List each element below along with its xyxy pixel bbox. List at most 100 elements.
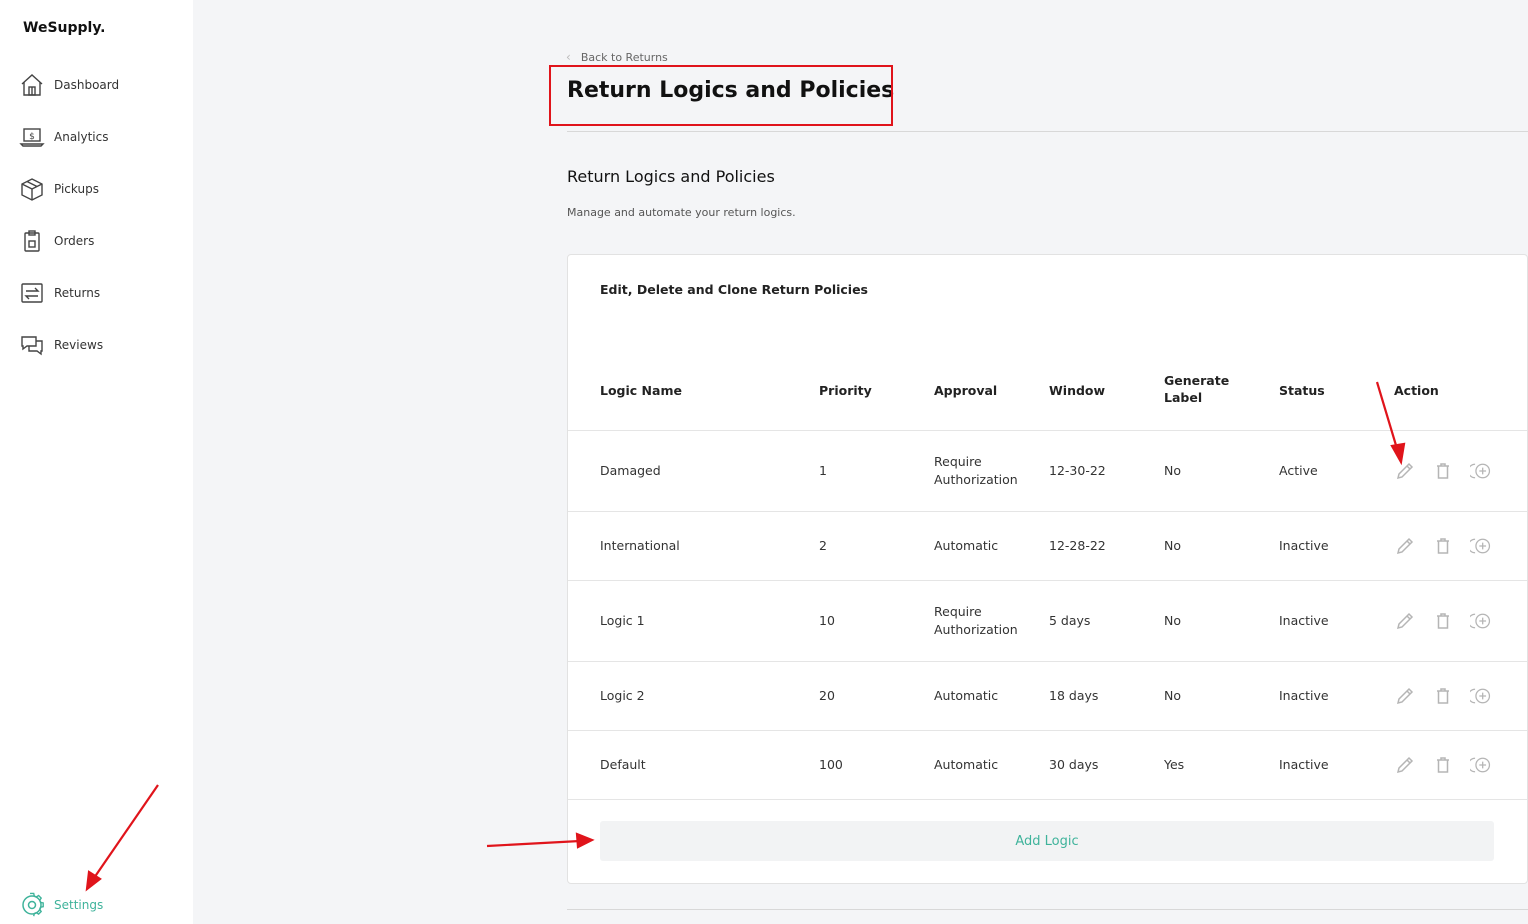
cell-approval: Require Authorization <box>934 603 1018 639</box>
sidebar-item-label: Pickups <box>54 182 99 196</box>
cell-approval: Require Authorization <box>934 453 1018 489</box>
col-generate-label: Generate Label <box>1164 372 1229 406</box>
add-logic-button[interactable]: Add Logic <box>600 821 1494 861</box>
col-generate-label-line1: Generate <box>1164 373 1230 388</box>
cell-status: Inactive <box>1279 538 1329 553</box>
col-status: Status <box>1279 383 1325 398</box>
cell-logic-name: Damaged <box>600 463 661 478</box>
clipboard-icon <box>18 227 46 255</box>
brand-logo: WeSupply. <box>23 20 106 36</box>
row-actions <box>1394 685 1492 707</box>
table-row: International 2 Automatic 12-28-22 No In… <box>568 512 1527 581</box>
row-actions <box>1394 535 1492 557</box>
cell-window: 30 days <box>1049 757 1099 772</box>
cell-generate-label: No <box>1164 613 1181 628</box>
clone-plus-icon[interactable] <box>1470 610 1492 632</box>
clone-plus-icon[interactable] <box>1470 460 1492 482</box>
cell-priority: 1 <box>819 463 827 478</box>
col-window: Window <box>1049 383 1106 398</box>
row-actions <box>1394 754 1492 776</box>
edit-pencil-icon[interactable] <box>1394 754 1416 776</box>
cell-logic-name: Logic 1 <box>600 613 645 628</box>
clone-plus-icon[interactable] <box>1470 754 1492 776</box>
section-description: Manage and automate your return logics. <box>567 206 796 219</box>
clone-plus-icon[interactable] <box>1470 535 1492 557</box>
cell-approval: Automatic <box>934 757 999 772</box>
returns-icon <box>18 279 46 307</box>
home-icon <box>18 71 46 99</box>
cell-logic-name: Logic 2 <box>600 688 645 703</box>
sidebar-item-label: Orders <box>54 234 95 248</box>
cell-generate-label: No <box>1164 463 1181 478</box>
edit-pencil-icon[interactable] <box>1394 610 1416 632</box>
cell-status: Inactive <box>1279 688 1329 703</box>
back-to-returns-link[interactable]: ‹ Back to Returns <box>566 50 668 64</box>
sidebar-item-label: Dashboard <box>54 78 120 92</box>
sidebar-item-dashboard[interactable]: Dashboard <box>18 70 119 100</box>
cell-window: 12-28-22 <box>1049 538 1106 553</box>
cell-priority: 20 <box>819 688 835 703</box>
cell-generate-label: No <box>1164 688 1181 703</box>
cell-priority: 10 <box>819 613 835 628</box>
cell-approval-line1: Require <box>934 604 982 619</box>
delete-trash-icon[interactable] <box>1432 754 1454 776</box>
delete-trash-icon[interactable] <box>1432 685 1454 707</box>
table-row: Default 100 Automatic 30 days Yes Inacti… <box>568 731 1527 800</box>
sidebar-item-analytics[interactable]: $ Analytics <box>18 122 109 152</box>
chevron-left-icon: ‹ <box>566 50 571 64</box>
section-title: Return Logics and Policies <box>567 167 775 186</box>
cell-status: Inactive <box>1279 757 1329 772</box>
col-approval: Approval <box>934 383 998 398</box>
cell-approval-line2: Authorization <box>934 622 1018 637</box>
row-actions <box>1394 460 1492 482</box>
sidebar-item-settings[interactable]: Settings <box>18 890 103 920</box>
cell-logic-name: Default <box>600 757 646 772</box>
sidebar-item-pickups[interactable]: Pickups <box>18 174 99 204</box>
cell-approval: Automatic <box>934 688 999 703</box>
clone-plus-icon[interactable] <box>1470 685 1492 707</box>
annotation-highlight-box <box>549 65 893 126</box>
policies-card: Edit, Delete and Clone Return Policies L… <box>567 254 1528 884</box>
back-link-label: Back to Returns <box>580 50 668 64</box>
sidebar-item-reviews[interactable]: Reviews <box>18 330 103 360</box>
delete-trash-icon[interactable] <box>1432 610 1454 632</box>
cell-approval-line1: Require <box>934 454 982 469</box>
cell-approval-line2: Authorization <box>934 472 1018 487</box>
cell-logic-name: International <box>600 538 680 553</box>
table-row: Logic 2 20 Automatic 18 days No Inactive <box>568 662 1527 731</box>
sidebar: WeSupply. Dashboard $ Analytics Pickups … <box>0 0 193 924</box>
cell-approval: Automatic <box>934 538 999 553</box>
cell-generate-label: Yes <box>1164 757 1185 772</box>
table-row: Logic 1 10 Require Authorization 5 days … <box>568 581 1527 662</box>
card-title: Edit, Delete and Clone Return Policies <box>600 282 868 297</box>
col-priority: Priority <box>819 383 872 398</box>
col-action: Action <box>1394 383 1439 398</box>
divider <box>567 909 1528 910</box>
divider <box>567 131 1528 132</box>
cell-window: 18 days <box>1049 688 1099 703</box>
svg-text:$: $ <box>29 132 35 142</box>
sidebar-item-label: Analytics <box>54 130 109 144</box>
cell-status: Inactive <box>1279 613 1329 628</box>
sidebar-item-orders[interactable]: Orders <box>18 226 94 256</box>
edit-pencil-icon[interactable] <box>1394 685 1416 707</box>
table-row: Damaged 1 Require Authorization 12-30-22… <box>568 431 1527 512</box>
sidebar-item-label: Returns <box>54 286 101 300</box>
edit-pencil-icon[interactable] <box>1394 535 1416 557</box>
row-actions <box>1394 610 1492 632</box>
col-generate-label-line2: Label <box>1164 390 1203 405</box>
gear-icon <box>18 891 46 919</box>
main-content: ‹ Back to Returns Return Logics and Poli… <box>193 0 1528 924</box>
box-icon <box>18 175 46 203</box>
edit-pencil-icon[interactable] <box>1394 460 1416 482</box>
sidebar-item-label: Settings <box>54 898 104 912</box>
analytics-icon: $ <box>18 123 46 151</box>
cell-status: Active <box>1279 463 1318 478</box>
delete-trash-icon[interactable] <box>1432 460 1454 482</box>
chat-icon <box>18 331 46 359</box>
cell-window: 5 days <box>1049 613 1091 628</box>
sidebar-item-returns[interactable]: Returns <box>18 278 100 308</box>
sidebar-item-label: Reviews <box>54 338 104 352</box>
cell-priority: 100 <box>819 757 843 772</box>
delete-trash-icon[interactable] <box>1432 535 1454 557</box>
